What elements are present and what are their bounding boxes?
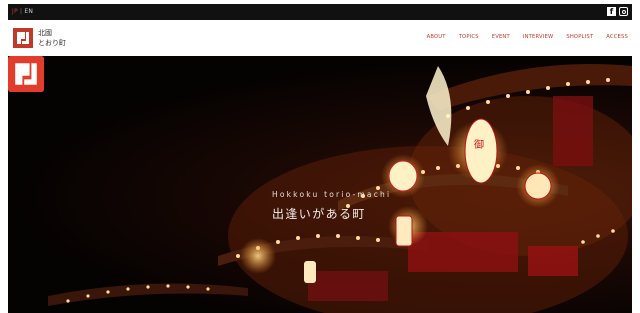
- logo-text[interactable]: 北國 とおり町: [38, 28, 66, 48]
- nav-access[interactable]: ACCESS: [606, 34, 628, 40]
- hero-tagline: 出逢いがある町: [272, 207, 366, 221]
- logo-line-2: とおり町: [38, 39, 66, 47]
- social-links: f: [607, 7, 628, 16]
- festival-scene-illustration: 御: [48, 64, 632, 313]
- nav-about[interactable]: ABOUT: [427, 34, 446, 40]
- language-switcher: JP | EN: [12, 8, 33, 15]
- logo-mark-icon[interactable]: [13, 28, 33, 48]
- nav-shoplist[interactable]: SHOPLIST: [566, 34, 593, 40]
- nav-topics[interactable]: TOPICS: [459, 34, 479, 40]
- main-nav: ABOUT TOPICS EVENT INTERVIEW SHOPLIST AC…: [427, 34, 628, 40]
- hero-festival-image: 御 Hokkoku torio-machi 出逢いがある町: [8, 56, 632, 313]
- instagram-icon[interactable]: [619, 7, 628, 16]
- facebook-icon[interactable]: f: [607, 7, 616, 16]
- hero-brand-text: Hokkoku torio-machi: [272, 190, 392, 199]
- nav-event[interactable]: EVENT: [492, 34, 510, 40]
- lang-jp-link[interactable]: JP: [12, 8, 18, 15]
- logo-line-1: 北國: [38, 29, 52, 37]
- top-bar: JP | EN f: [8, 4, 632, 20]
- lang-en-link[interactable]: EN: [24, 8, 33, 15]
- svg-text:御: 御: [474, 138, 484, 151]
- site-header: 北國 とおり町 ABOUT TOPICS EVENT INTERVIEW SHO…: [8, 20, 632, 56]
- lang-separator: |: [20, 8, 23, 15]
- hero-logo-icon: [8, 56, 44, 92]
- nav-interview[interactable]: INTERVIEW: [523, 34, 553, 40]
